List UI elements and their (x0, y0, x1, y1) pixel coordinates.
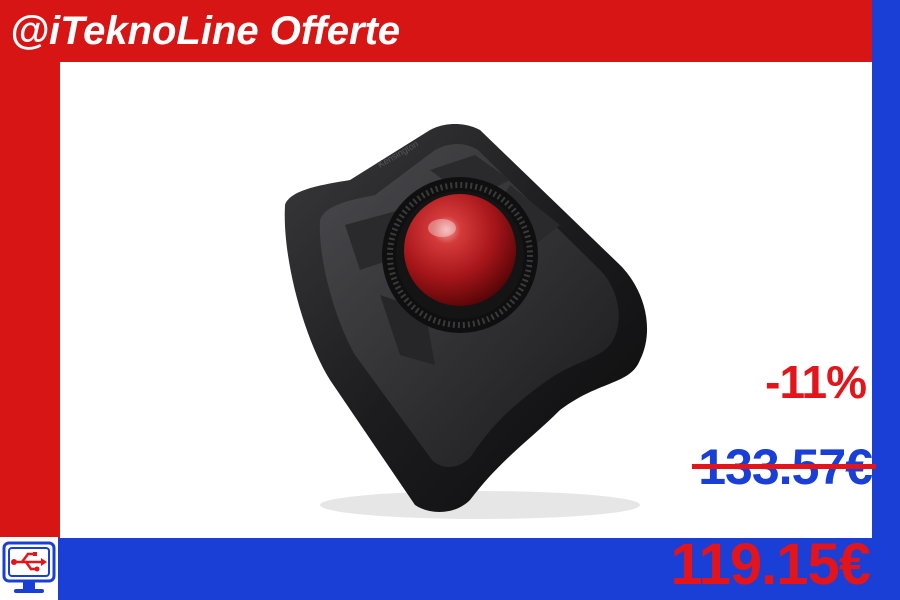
strikethrough-line (692, 464, 876, 469)
usb-monitor-icon (0, 537, 58, 600)
trackball-mouse-image: Kensington (284, 124, 648, 519)
old-price-container: 133.57€ (692, 432, 876, 502)
right-band (872, 0, 900, 600)
brand-title: @iTeknoLine Offerte (10, 9, 401, 53)
left-band (0, 0, 60, 540)
new-price: 119.15€ (670, 532, 871, 597)
discount-label: -11% (765, 356, 867, 408)
